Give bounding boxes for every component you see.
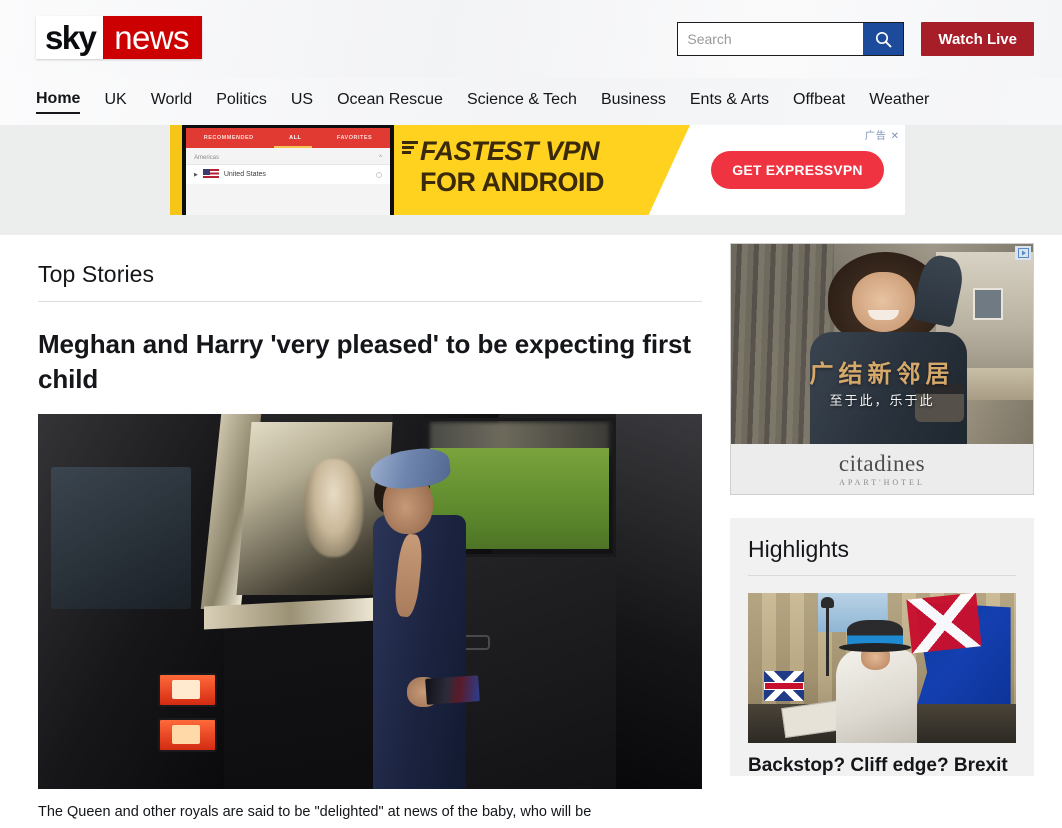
watch-live-button[interactable]: Watch Live [921, 22, 1034, 56]
main-navigation: Home UK World Politics US Ocean Rescue S… [0, 78, 1062, 125]
ad-left-stripe [170, 125, 182, 215]
ad-phone-section-label: Americas ^ [186, 148, 390, 164]
ad-phone-tab-all: ALL [289, 135, 302, 141]
site-header: sky news Watch Live [0, 0, 1062, 78]
lead-story-caption: The Queen and other royals are said to b… [38, 804, 592, 820]
ad-photo-person-face [851, 272, 916, 332]
photo-tail-light-lower [157, 717, 218, 752]
photo-subject-clutch-bag [425, 674, 481, 705]
nav-item-uk[interactable]: UK [104, 91, 126, 113]
ad-phone-tab-favorites: FAVORITES [336, 135, 373, 141]
page-body: Top Stories Meghan and Harry 'very pleas… [0, 235, 1062, 823]
sky-news-logo[interactable]: sky news [36, 16, 202, 59]
ad-phone-country-row: ▶ United States [186, 164, 390, 184]
radio-icon [376, 171, 382, 178]
highlights-item-headline[interactable]: Backstop? Cliff edge? Brexit jargon [748, 753, 1016, 776]
adchoices-icon[interactable] [1015, 246, 1031, 260]
lead-story-headline[interactable]: Meghan and Harry 'very pleased' to be ex… [38, 327, 702, 397]
citadines-ad-subheadline: 至于此，乐于此 [829, 393, 935, 409]
nav-item-offbeat[interactable]: Offbeat [793, 91, 845, 113]
citadines-brand-name: citadines [838, 450, 926, 476]
logo-sky-text: sky [36, 16, 104, 59]
leaderboard-ad[interactable]: RECOMMENDED ALL FAVORITES Americas ^ ▶ U… [170, 125, 905, 215]
adchoices-triangle-icon [1017, 248, 1029, 258]
nav-item-us[interactable]: US [291, 91, 313, 113]
get-expressvpn-button[interactable]: GET EXPRESSVPN [711, 151, 884, 189]
photo-street-lamp [820, 596, 834, 676]
nav-item-world[interactable]: World [151, 91, 193, 113]
nav-item-politics[interactable]: Politics [216, 91, 267, 113]
logo-news-text: news [103, 16, 202, 59]
photo-tail-light-upper [157, 672, 218, 707]
chevron-up-icon: ^ [379, 155, 382, 161]
photo-union-jack-small [764, 671, 805, 701]
citadines-ad-footer: citadines APART'HOTEL [731, 444, 1033, 494]
speed-lines-icon [402, 141, 418, 156]
ad-phone-tab-indicator [273, 146, 312, 148]
us-flag-icon [202, 169, 219, 180]
citadines-ad-photo [731, 244, 1033, 448]
nav-item-business[interactable]: Business [601, 91, 666, 113]
header-actions: Watch Live [677, 22, 1034, 56]
ad-phone-screen: RECOMMENDED ALL FAVORITES Americas ^ ▶ U… [186, 128, 390, 215]
ad-phone-section-text: Americas [194, 155, 220, 161]
top-stories-title: Top Stories [38, 235, 702, 302]
search-button[interactable] [863, 23, 904, 55]
ad-photo-building-window [972, 288, 1003, 320]
ad-phone-country-label: United States [223, 171, 266, 178]
photo-window-reflection [303, 459, 364, 557]
highlights-title: Highlights [748, 536, 1016, 576]
leaderboard-ad-strip: RECOMMENDED ALL FAVORITES Americas ^ ▶ U… [0, 125, 1062, 235]
nav-item-science-tech[interactable]: Science & Tech [467, 91, 577, 113]
ad-phone-mockup: RECOMMENDED ALL FAVORITES Americas ^ ▶ U… [182, 125, 394, 215]
photo-right-pillar [615, 414, 702, 789]
nav-item-home[interactable]: Home [36, 90, 81, 114]
nav-item-weather[interactable]: Weather [869, 91, 929, 113]
search-icon [875, 31, 892, 47]
lead-story-photo[interactable] [38, 414, 702, 789]
citadines-ad[interactable]: 广结新邻居 至于此，乐于此 citadines APART'HOTEL [730, 243, 1034, 495]
main-column: Top Stories Meghan and Harry 'very pleas… [38, 235, 702, 823]
search-input[interactable] [678, 23, 864, 55]
photo-car-left-window [51, 466, 191, 609]
nav-item-ocean-rescue[interactable]: Ocean Rescue [337, 91, 443, 113]
highlights-panel: Highlights Backstop? Cliff edge? Brexit … [730, 518, 1034, 776]
search-box[interactable] [677, 22, 905, 56]
sidebar-column: 广结新邻居 至于此，乐于此 citadines APART'HOTEL High… [730, 235, 1034, 823]
ad-close-label[interactable]: 广告 ✕ [865, 127, 900, 142]
ad-phone-tabbar: RECOMMENDED ALL FAVORITES [186, 128, 390, 148]
ad-headline-panel: FASTEST VPN FOR ANDROID [394, 125, 690, 215]
ad-headline-line1: FASTEST VPN [420, 136, 600, 166]
citadines-ad-headline: 广结新邻居 [809, 361, 955, 388]
ad-phone-tab-recommended: RECOMMENDED [203, 135, 254, 141]
highlights-item-photo[interactable] [748, 593, 1016, 743]
ad-headline-line2: FOR ANDROID [420, 167, 605, 197]
citadines-brand-tagline: APART'HOTEL [839, 477, 925, 487]
photo-union-jack-large [906, 593, 982, 654]
photo-protester-hat-brim [839, 642, 912, 652]
nav-item-ents-arts[interactable]: Ents & Arts [690, 91, 769, 113]
ad-photo-person-smile [868, 310, 899, 320]
chevron-right-icon: ▶ [194, 171, 198, 178]
